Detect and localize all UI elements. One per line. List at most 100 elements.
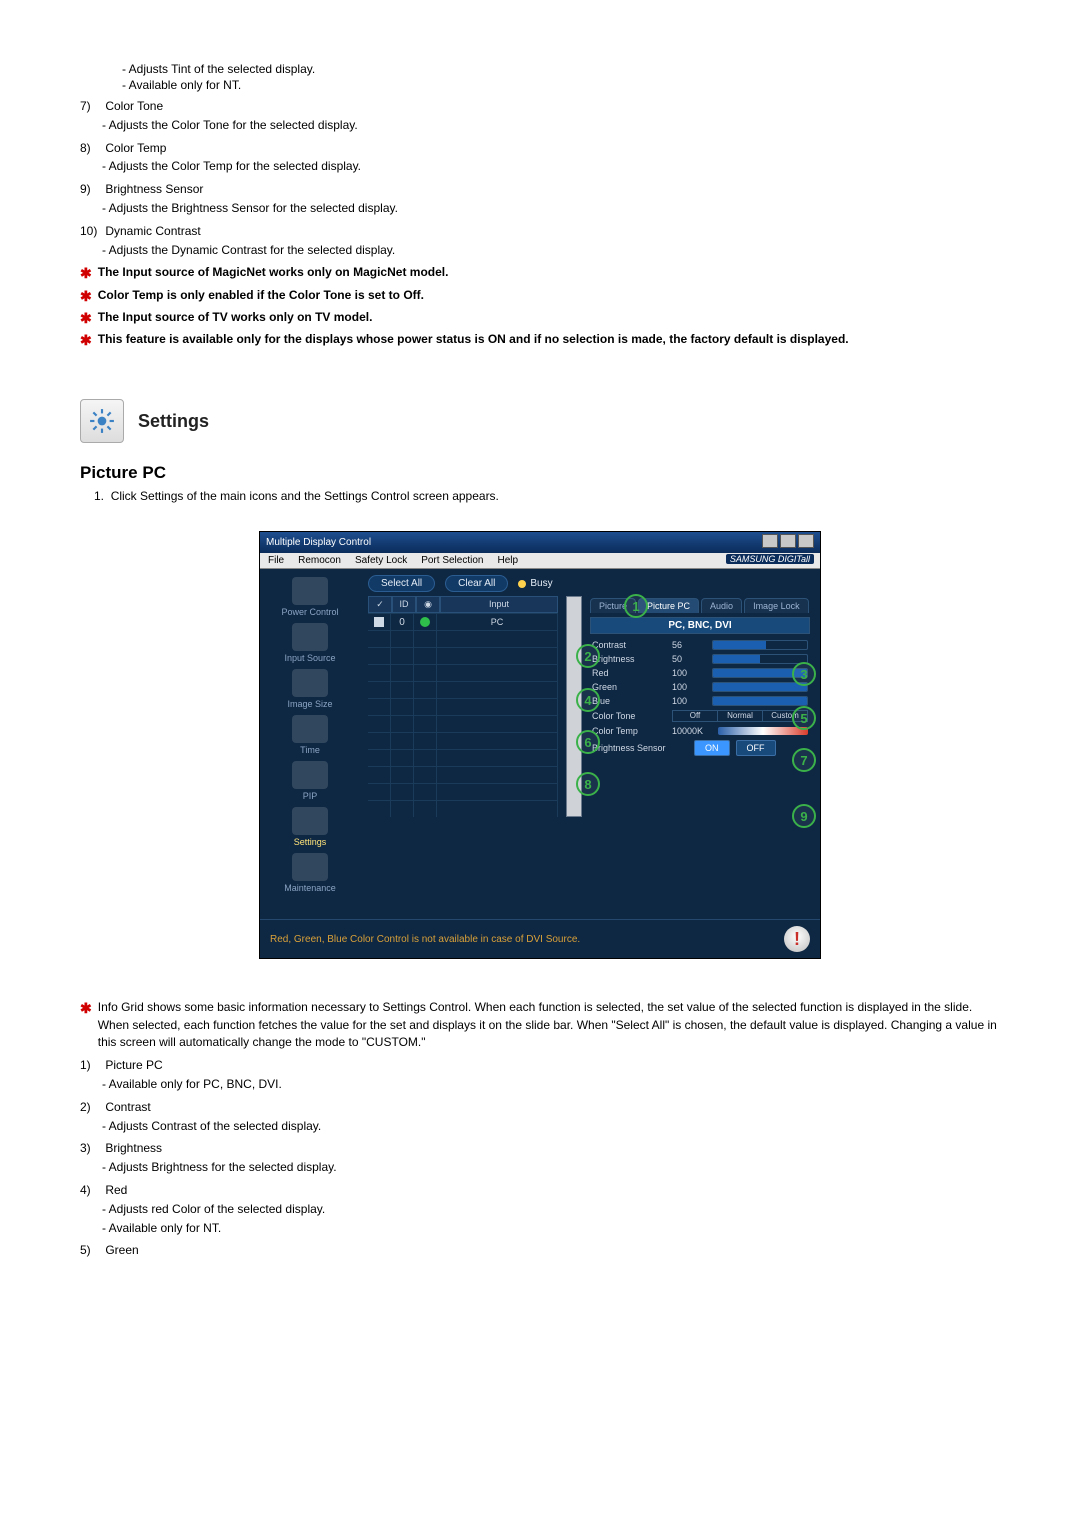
- val-green: 100: [672, 682, 706, 692]
- pre-sub: - Available only for NT.: [100, 78, 1000, 92]
- settings-side-icon: [292, 807, 328, 835]
- star-icon: ✱: [80, 309, 92, 327]
- colortone-scale[interactable]: Off Normal Custom: [672, 710, 808, 722]
- sidebar-item-input[interactable]: Input Source: [268, 623, 352, 663]
- slider-brightness[interactable]: [712, 654, 808, 664]
- list-item: 4) Red - Adjusts red Color of the select…: [80, 1182, 1000, 1236]
- sidebar-item-maintenance[interactable]: Maintenance: [268, 853, 352, 893]
- app-body: Power Control Input Source Image Size Ti…: [260, 569, 820, 919]
- grid-row[interactable]: [368, 766, 558, 783]
- grid-row[interactable]: [368, 698, 558, 715]
- callout-9: 9: [792, 804, 816, 828]
- label-red: Red: [592, 668, 666, 678]
- close-icon[interactable]: [798, 534, 814, 548]
- slider-blue[interactable]: [712, 696, 808, 706]
- sidebar-item-settings[interactable]: Settings: [268, 807, 352, 847]
- sidebar-item-imagesize[interactable]: Image Size: [268, 669, 352, 709]
- sidebar-label: Maintenance: [284, 883, 336, 893]
- slider-colortemp[interactable]: [718, 727, 808, 735]
- gh-id: ID: [392, 596, 416, 613]
- callout-8: 8: [576, 772, 600, 796]
- maintenance-icon: [292, 853, 328, 881]
- star-text: Color Temp is only enabled if the Color …: [98, 287, 424, 304]
- grid-row[interactable]: [368, 630, 558, 647]
- subsection-title: Picture PC: [80, 463, 1000, 483]
- tab-audio[interactable]: Audio: [701, 598, 742, 613]
- sub-bar: PC, BNC, DVI: [590, 617, 810, 634]
- section-title: Settings: [138, 411, 209, 432]
- pip-icon: [292, 761, 328, 789]
- row-green: Green 100: [592, 682, 808, 692]
- grid-rows: 0 PC: [368, 613, 558, 817]
- warning-text: Red, Green, Blue Color Control is not av…: [270, 934, 580, 945]
- val-brightness: 50: [672, 654, 706, 664]
- grid-row[interactable]: [368, 749, 558, 766]
- star-text: This feature is available only for the d…: [98, 331, 849, 348]
- imagesize-icon: [292, 669, 328, 697]
- list-title: Green: [105, 1242, 885, 1259]
- row-contrast: Contrast 56: [592, 640, 808, 650]
- grid-row[interactable]: [368, 732, 558, 749]
- input-icon: [292, 623, 328, 651]
- bsensor-on-button[interactable]: ON: [694, 740, 730, 756]
- callout-3: 3: [792, 662, 816, 686]
- label-colortone: Color Tone: [592, 711, 666, 721]
- list-num: 7): [80, 98, 102, 115]
- grid-row[interactable]: [368, 664, 558, 681]
- tab-imagelock[interactable]: Image Lock: [744, 598, 809, 613]
- list-item: 2) Contrast - Adjusts Contrast of the se…: [80, 1099, 1000, 1135]
- slider-green[interactable]: [712, 682, 808, 692]
- val-colortemp: 10000K: [672, 726, 712, 736]
- list-item: 10) Dynamic Contrast - Adjusts the Dynam…: [80, 223, 1000, 259]
- sidebar-item-power[interactable]: Power Control: [268, 577, 352, 617]
- select-all-button[interactable]: Select All: [368, 575, 435, 592]
- list-item: 7) Color Tone - Adjusts the Color Tone f…: [80, 98, 1000, 134]
- content-split: ✓ ID ◉ Input 0 PC: [368, 596, 810, 817]
- info-grid: ✓ ID ◉ Input 0 PC: [368, 596, 558, 817]
- main-area: Select All Clear All Busy ✓ ID ◉ Input: [360, 569, 820, 919]
- callout-6: 6: [576, 730, 600, 754]
- star-icon: ✱: [80, 264, 92, 282]
- note-star-info: ✱ Info Grid shows some basic information…: [80, 999, 1000, 1051]
- menu-item[interactable]: File: [268, 555, 284, 566]
- grid-row[interactable]: [368, 800, 558, 817]
- bsensor-off-button[interactable]: OFF: [736, 740, 776, 756]
- ct-normal[interactable]: Normal: [718, 711, 763, 721]
- grid-row[interactable]: [368, 647, 558, 664]
- tabs: Picture Picture PC Audio Image Lock: [590, 598, 810, 613]
- grid-row[interactable]: [368, 681, 558, 698]
- list-title: Red: [105, 1182, 885, 1199]
- row-id: 0: [391, 614, 414, 630]
- grid-row[interactable]: 0 PC: [368, 613, 558, 630]
- list-item: 1) Picture PC - Available only for PC, B…: [80, 1057, 1000, 1093]
- app-screenshot: Multiple Display Control File Remocon Sa…: [80, 531, 1000, 959]
- star-icon: ✱: [80, 331, 92, 349]
- checkbox-icon: [374, 617, 384, 627]
- callout-5: 5: [792, 706, 816, 730]
- power-icon: [292, 577, 328, 605]
- maximize-icon[interactable]: [780, 534, 796, 548]
- window-buttons: [760, 534, 814, 551]
- grid-row[interactable]: [368, 715, 558, 732]
- list-num: 10): [80, 223, 102, 240]
- note-star: ✱The Input source of MagicNet works only…: [80, 264, 1000, 282]
- list-item: 5) Green: [80, 1242, 1000, 1259]
- label-brightness: Brightness: [592, 654, 666, 664]
- sidebar-item-time[interactable]: Time: [268, 715, 352, 755]
- menu-item[interactable]: Port Selection: [421, 555, 483, 566]
- clear-all-button[interactable]: Clear All: [445, 575, 508, 592]
- grid-row[interactable]: [368, 783, 558, 800]
- menu-item[interactable]: Remocon: [298, 555, 341, 566]
- ct-off[interactable]: Off: [673, 711, 718, 721]
- status-dot-icon: [420, 617, 430, 627]
- minimize-icon[interactable]: [762, 534, 778, 548]
- slider-contrast[interactable]: [712, 640, 808, 650]
- sidebar-item-pip[interactable]: PIP: [268, 761, 352, 801]
- time-icon: [292, 715, 328, 743]
- menu-item[interactable]: Help: [497, 555, 518, 566]
- list-title: Color Temp: [105, 140, 885, 157]
- page: - Adjusts Tint of the selected display. …: [0, 0, 1080, 1528]
- row-check[interactable]: [368, 614, 391, 630]
- menu-item[interactable]: Safety Lock: [355, 555, 407, 566]
- pre-sub: - Adjusts Tint of the selected display.: [100, 62, 1000, 76]
